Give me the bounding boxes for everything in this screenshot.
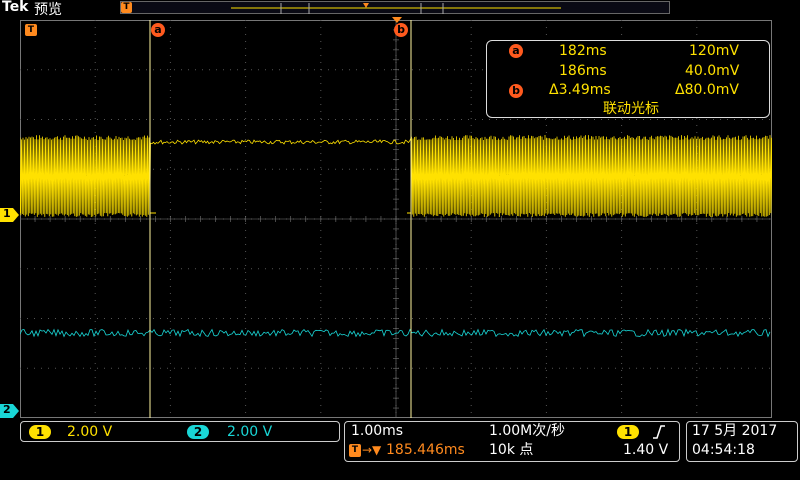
cursor-readout: a 182ms 120mV 186ms 40.0mV b Δ3.49ms Δ80…: [486, 40, 770, 118]
trigger-pos-icon: T: [349, 444, 361, 457]
trigger-source-badge[interactable]: 1: [617, 425, 639, 439]
cursor-a-label[interactable]: a: [151, 23, 165, 37]
sample-rate: 1.00M次/秒: [489, 423, 565, 439]
cursor-b-label[interactable]: b: [394, 23, 408, 37]
datetime-panel: 17 5月 2017 04:54:18: [686, 421, 798, 462]
trigger-position-marker[interactable]: T: [25, 24, 37, 36]
cursor-b-badge: b: [509, 84, 523, 98]
ch1-ground-label: 1: [3, 207, 11, 220]
rising-edge-icon: [653, 425, 665, 439]
trigger-level-marker: [761, 174, 768, 182]
ch2-badge[interactable]: 2: [187, 425, 209, 439]
cursor-b-time: 186ms: [559, 63, 607, 79]
ch1-badge[interactable]: 1: [29, 425, 51, 439]
horizontal-scale[interactable]: 1.00ms: [351, 423, 403, 439]
date: 17 5月 2017: [692, 423, 778, 439]
acquisition-mode: 预览: [34, 2, 62, 18]
timebase-trigger-panel: 1.00ms 1.00M次/秒 T →▼ 185.446ms 10k 点 1 1…: [344, 421, 680, 462]
trigger-position[interactable]: 185.446ms: [386, 442, 465, 458]
cursor-a-value: 120mV: [689, 43, 739, 59]
record-view-bar[interactable]: [120, 1, 670, 14]
arrow-icon: →▼: [362, 443, 382, 457]
trigger-position-arrow: [392, 17, 402, 23]
cursor-mode-label: 联动光标: [603, 101, 659, 117]
time: 04:54:18: [692, 442, 755, 458]
ch2-ground-marker[interactable]: 2: [0, 403, 20, 418]
brand-logo: Tek: [2, 0, 29, 15]
record-trigger-marker: T: [121, 2, 132, 13]
ch2-waveform: [20, 328, 771, 338]
ch1-ground-marker[interactable]: 1: [0, 207, 20, 222]
channel-scale-panel: 1 2.00 V 2 2.00 V: [20, 421, 340, 442]
cursor-b-value: 40.0mV: [685, 63, 740, 79]
ch2-scale[interactable]: 2.00 V: [227, 424, 272, 440]
delta-value: Δ80.0mV: [675, 82, 739, 98]
delta-time: Δ3.49ms: [549, 82, 611, 98]
cursor-a-time: 182ms: [559, 43, 607, 59]
record-view-graphic: [231, 3, 561, 14]
ch1-scale[interactable]: 2.00 V: [67, 424, 112, 440]
ch2-ground-label: 2: [3, 403, 11, 416]
record-length: 10k 点: [489, 442, 534, 458]
cursor-a-badge: a: [509, 44, 523, 58]
trigger-level[interactable]: 1.40 V: [623, 442, 668, 458]
